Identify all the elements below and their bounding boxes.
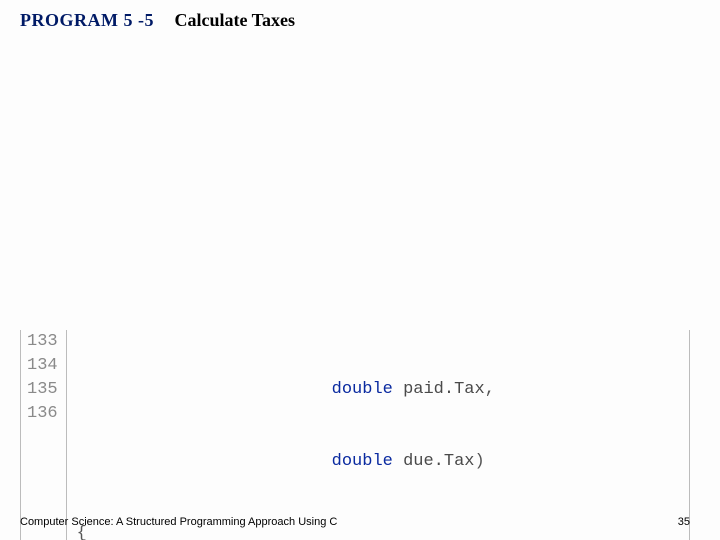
program-label: PROGRAM 5 -5: [20, 10, 154, 30]
token-punctuation: ): [475, 452, 485, 471]
code-line: double due.Tax): [77, 450, 689, 474]
footer-page-number: 35: [678, 516, 690, 528]
code-line: double paid.Tax,: [77, 378, 689, 402]
token-punctuation: ,: [485, 380, 495, 399]
token-identifier: due.Tax: [403, 452, 474, 471]
program-title: Calculate Taxes: [174, 10, 295, 30]
code-body: double paid.Tax, double due.Tax) { // St…: [67, 330, 689, 540]
token-type: double: [332, 380, 393, 399]
code-listing: 133 134 135 136 double paid.Tax, double …: [20, 330, 690, 540]
line-number: 133: [27, 330, 58, 354]
line-number: 136: [27, 402, 58, 426]
line-number: 135: [27, 378, 58, 402]
slide-footer: Computer Science: A Structured Programmi…: [20, 516, 690, 528]
token-type: double: [332, 452, 393, 471]
slide-heading: PROGRAM 5 -5 Calculate Taxes: [20, 10, 295, 32]
line-number: 134: [27, 354, 58, 378]
token-identifier: paid.Tax: [403, 380, 485, 399]
footer-book-title: Computer Science: A Structured Programmi…: [20, 516, 337, 528]
line-number-gutter: 133 134 135 136: [20, 330, 67, 540]
